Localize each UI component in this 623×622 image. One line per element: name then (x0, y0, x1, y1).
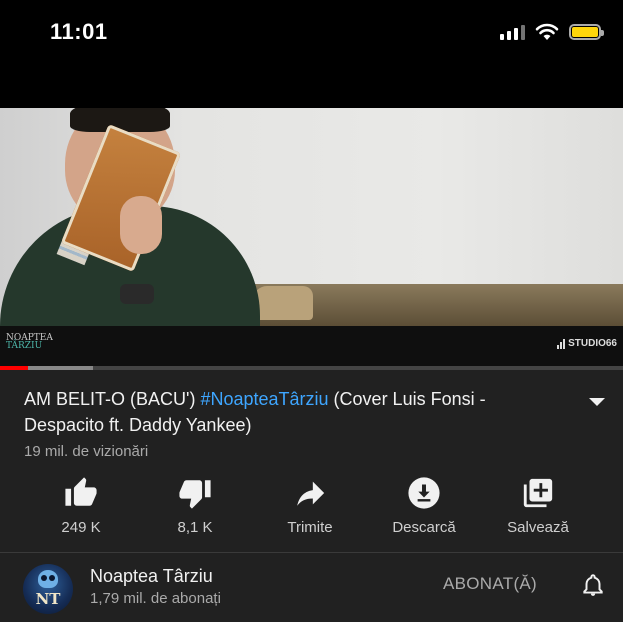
like-button[interactable]: 249 K (26, 476, 136, 536)
video-title-prefix: AM BELIT-O (BACU') (24, 389, 201, 409)
avatar[interactable]: NT (23, 564, 73, 614)
hashtag-link[interactable]: #NoapteaTârziu (200, 389, 328, 409)
studio-watermark-text: STUDIO66 (568, 338, 617, 349)
battery-fill (572, 27, 598, 37)
video-scene-hand (120, 196, 162, 254)
save-button[interactable]: Salvează (483, 476, 593, 536)
bell-icon[interactable] (580, 571, 606, 599)
channel-watermark: NOAPTEA TÂRZIU (6, 334, 53, 351)
owl-icon (38, 570, 58, 588)
channel-name[interactable]: Noaptea Târziu (90, 566, 213, 587)
video-player[interactable]: NOAPTEA TÂRZIU STUDIO66 (0, 108, 623, 370)
share-button[interactable]: Trimite (255, 476, 365, 536)
video-title[interactable]: AM BELIT-O (BACU') #NoapteaTârziu (Cover… (24, 386, 564, 438)
video-letterbox (0, 326, 623, 370)
subscribed-button[interactable]: ABONAT(Ă) (443, 574, 537, 594)
download-label: Descarcă (392, 519, 456, 536)
status-icons (500, 23, 604, 41)
save-label: Salvează (507, 519, 569, 536)
action-bar: 249 K 8,1 K Trimite Descarcă Salvează (0, 476, 623, 546)
avatar-initials: NT (35, 590, 61, 608)
clock: 11:01 (50, 19, 108, 44)
status-bar: 11:01 (0, 0, 623, 108)
dislike-button[interactable]: 8,1 K (140, 476, 250, 536)
wifi-icon (535, 23, 559, 40)
download-button[interactable]: Descarcă (369, 476, 479, 536)
thumbs-down-icon (179, 480, 211, 509)
video-scene-cushion (253, 286, 313, 320)
video-scene-watch (120, 284, 154, 304)
watermark-line-2: TÂRZIU (6, 341, 43, 351)
dislike-count: 8,1 K (177, 519, 213, 536)
share-icon (297, 481, 325, 506)
studio-watermark: STUDIO66 (557, 338, 617, 349)
video-frame[interactable] (0, 108, 623, 326)
add-to-playlist-icon (523, 478, 553, 508)
studio-logo-icon (557, 338, 566, 349)
subscriber-count: 1,79 mil. de abonați (90, 590, 221, 607)
video-details-panel: AM BELIT-O (BACU') #NoapteaTârziu (Cover… (0, 370, 623, 622)
chevron-down-icon[interactable] (589, 398, 605, 406)
battery-icon (569, 24, 604, 40)
cellular-signal-icon (500, 24, 525, 40)
download-icon (408, 477, 440, 509)
view-count: 19 mil. de vizionări (24, 443, 149, 460)
thumbs-up-icon (65, 477, 97, 506)
share-label: Trimite (287, 519, 333, 536)
like-count: 249 K (61, 519, 101, 536)
channel-row[interactable]: NT Noaptea Târziu 1,79 mil. de abonați A… (0, 553, 623, 622)
